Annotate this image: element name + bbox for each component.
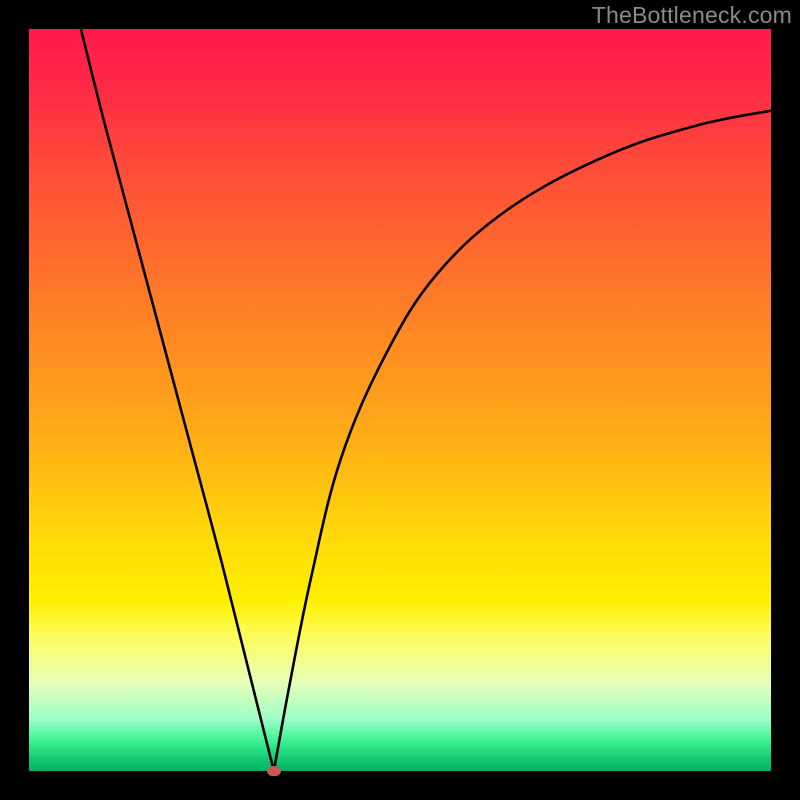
curve-path <box>81 29 771 771</box>
chart-frame: TheBottleneck.com <box>0 0 800 800</box>
watermark-text: TheBottleneck.com <box>592 2 792 29</box>
chart-plot-area <box>29 29 771 771</box>
bottleneck-curve <box>29 29 771 771</box>
minimum-marker <box>267 766 281 776</box>
